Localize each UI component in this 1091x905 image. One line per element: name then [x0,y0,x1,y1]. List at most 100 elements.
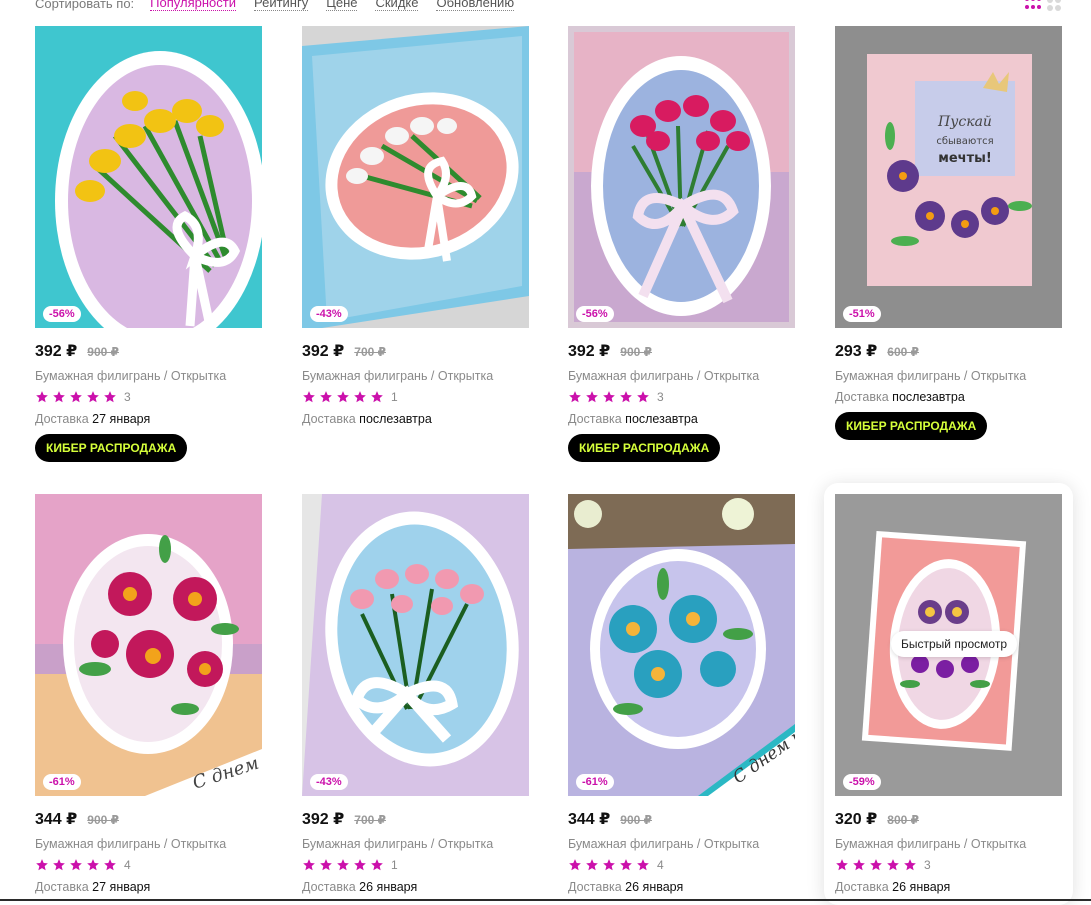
old-price: 900 ₽ [620,345,652,359]
star-icon [569,391,581,403]
star-icon [620,859,632,871]
large-grid-view-icon[interactable] [1047,0,1061,11]
product-image[interactable]: -43% [302,494,529,796]
old-price: 700 ₽ [354,813,386,827]
star-icon [354,391,366,403]
small-grid-view-icon[interactable] [1025,0,1041,11]
product-name[interactable]: Бумажная филигрань / Открытка [568,369,795,383]
star-icon [887,859,899,871]
review-count: 4 [124,858,131,872]
star-icon [104,391,116,403]
price: 392 ₽ [302,343,345,360]
delivery-date: послезавтра [892,390,965,404]
sort-option-rating[interactable]: Рейтингу [253,0,309,11]
product-name[interactable]: Бумажная филигрань / Открытка [835,837,1062,851]
review-count: 4 [657,858,664,872]
rating: 3 [35,389,262,405]
product-name[interactable]: Бумажная филигрань / Открытка [35,369,262,383]
svg-text:сбываются: сбываются [936,136,993,147]
review-count: 1 [391,858,398,872]
review-count: 1 [391,390,398,404]
price: 293 ₽ [835,343,878,360]
star-icon [870,859,882,871]
delivery-date: 26 января [359,880,418,894]
discount-badge: -61% [43,774,81,790]
rating: 4 [35,857,262,873]
star-icon [603,391,615,403]
delivery-info: Доставка 26 января [835,880,951,894]
promo-badge: КИБЕР РАСПРОДАЖА [568,434,721,462]
delivery-date: послезавтра [359,412,432,426]
product-card[interactable]: С днем ро -61% 344 ₽ 900 ₽ Бумажная фили… [568,494,795,894]
star-icon [320,391,332,403]
star-icon [303,391,315,403]
delivery-info: Доставка 26 января [568,880,684,894]
discount-badge: -51% [843,306,881,322]
sort-bar: Сортировать по: Популярности Рейтингу Це… [35,0,532,12]
product-card[interactable]: Пускай сбываются мечты! -51% 293 ₽ 600 ₽… [835,26,1062,440]
star-icon [637,859,649,871]
star-icon [320,859,332,871]
product-image[interactable]: Пускай сбываются мечты! -51% [835,26,1062,328]
star-icon [36,391,48,403]
rating: 4 [568,857,795,873]
star-icon [354,859,366,871]
sort-option-discount[interactable]: Скидке [375,0,419,11]
product-name[interactable]: Бумажная филигрань / Открытка [835,369,1062,383]
price: 392 ₽ [302,811,345,828]
old-price: 600 ₽ [887,345,919,359]
product-image[interactable]: С днем р -61% [35,494,262,796]
discount-badge: -56% [43,306,81,322]
product-image[interactable]: -43% [302,26,529,328]
sort-option-price[interactable]: Цене [326,0,358,11]
review-count: 3 [657,390,664,404]
product-name[interactable]: Бумажная филигрань / Открытка [302,369,529,383]
star-icon [70,391,82,403]
old-price: 900 ₽ [620,813,652,827]
product-name[interactable]: Бумажная филигрань / Открытка [568,837,795,851]
delivery-info: Доставка послезавтра [302,412,432,426]
product-name[interactable]: Бумажная филигрань / Открытка [35,837,262,851]
delivery-info: Доставка 27 января [35,880,151,894]
product-card[interactable]: С днем р -61% 344 ₽ 900 ₽ Бумажная филиг… [35,494,262,894]
star-icon [337,391,349,403]
delivery-date: 26 января [892,880,951,894]
product-image[interactable]: С днем ро -61% [568,494,795,796]
product-card[interactable]: -56% 392 ₽ 900 ₽ Бумажная филигрань / От… [35,26,262,462]
star-icon [337,859,349,871]
product-card[interactable]: Быстрый просмотр -59% 320 ₽ 800 ₽ Бумажн… [824,483,1073,905]
discount-badge: -61% [576,774,614,790]
delivery-date: 26 января [625,880,684,894]
star-icon [371,859,383,871]
star-icon [620,391,632,403]
star-icon [904,859,916,871]
sort-option-updated[interactable]: Обновлению [436,0,515,11]
product-card[interactable]: -56% 392 ₽ 900 ₽ Бумажная филигрань / От… [568,26,795,462]
delivery-info: Доставка 27 января [35,412,151,426]
star-icon [853,859,865,871]
delivery-date: 27 января [92,412,151,426]
product-image[interactable]: Быстрый просмотр -59% [835,494,1062,796]
product-card[interactable]: -43% 392 ₽ 700 ₽ Бумажная филигрань / От… [302,494,529,894]
star-icon [586,391,598,403]
quick-view-button[interactable]: Быстрый просмотр [891,631,1018,657]
sort-option-popularity[interactable]: Популярности [150,0,236,11]
star-icon [70,859,82,871]
svg-text:мечты!: мечты! [938,151,992,166]
old-price: 900 ₽ [87,345,119,359]
discount-badge: -56% [576,306,614,322]
star-icon [303,859,315,871]
star-icon [586,859,598,871]
product-name[interactable]: Бумажная филигрань / Открытка [302,837,529,851]
delivery-date: послезавтра [625,412,698,426]
product-image[interactable]: -56% [568,26,795,328]
promo-badge: КИБЕР РАСПРОДАЖА [835,412,988,440]
price: 392 ₽ [568,343,611,360]
star-icon [637,391,649,403]
star-icon [569,859,581,871]
product-card[interactable]: -43% 392 ₽ 700 ₽ Бумажная филигрань / От… [302,26,529,426]
rating: 1 [302,389,529,405]
product-image[interactable]: -56% [35,26,262,328]
star-icon [836,859,848,871]
discount-badge: -43% [310,774,348,790]
